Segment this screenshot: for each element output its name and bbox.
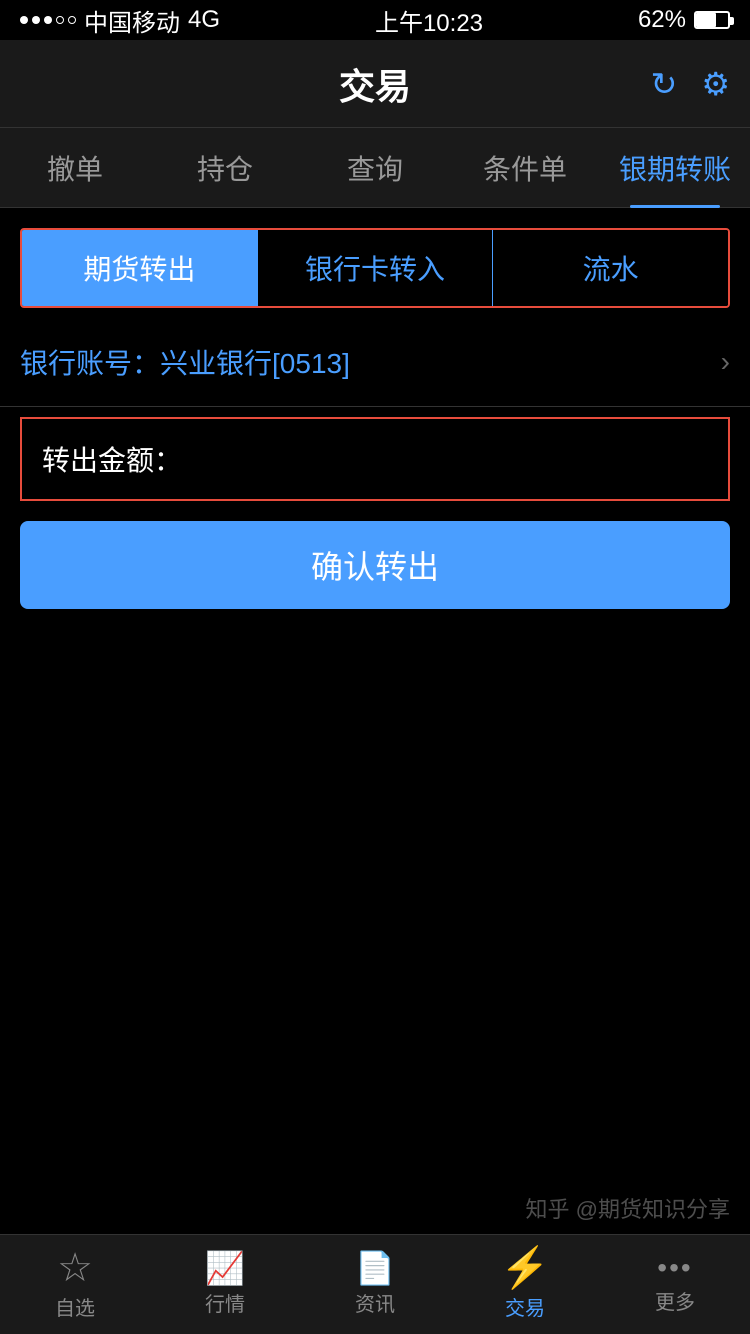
amount-row: 转出金额： — [20, 417, 730, 501]
bottom-nav-交易[interactable]: ⚡ 交易 — [450, 1248, 600, 1321]
more-icon: ••• — [657, 1254, 692, 1282]
news-icon: 📄 — [355, 1252, 395, 1284]
battery-label: 62% — [638, 6, 686, 34]
carrier-label: 中国移动 — [84, 3, 180, 38]
status-bar: 中国移动 4G 上午10:23 62% — [0, 0, 750, 40]
status-time: 上午10:23 — [375, 3, 483, 38]
bank-account-label: 银行账号：兴业银行[0513] — [20, 342, 350, 382]
page-title: 交易 — [339, 58, 411, 110]
battery-icon — [694, 11, 730, 29]
tab-撤单[interactable]: 撤单 — [0, 128, 150, 208]
header-icons: ↻ ⚙ — [651, 65, 731, 103]
dot3 — [44, 16, 52, 24]
tab-银期转账[interactable]: 银期转账 — [600, 128, 750, 208]
bottom-nav-自选[interactable]: ☆ 自选 — [0, 1248, 150, 1321]
status-right: 62% — [638, 6, 730, 34]
tab-持仓[interactable]: 持仓 — [150, 128, 300, 208]
dot4 — [56, 16, 64, 24]
signal-dots — [20, 16, 76, 24]
bottom-nav-行情[interactable]: 📈 行情 — [150, 1252, 300, 1317]
bottom-nav: ☆ 自选 📈 行情 📄 资讯 ⚡ 交易 ••• 更多 — [0, 1234, 750, 1334]
sub-tabs: 期货转出 银行卡转入 流水 — [20, 228, 730, 308]
tab-查询[interactable]: 查询 — [300, 128, 450, 208]
subtab-期货转出[interactable]: 期货转出 — [22, 230, 258, 306]
header: 交易 ↻ ⚙ — [0, 40, 750, 128]
chevron-right-icon: › — [721, 346, 730, 378]
dot1 — [20, 16, 28, 24]
amount-label: 转出金额： — [42, 439, 182, 479]
status-left: 中国移动 4G — [20, 3, 220, 38]
amount-input[interactable] — [192, 443, 708, 475]
trade-icon: ⚡ — [500, 1248, 550, 1288]
refresh-icon[interactable]: ↻ — [651, 65, 678, 103]
star-icon: ☆ — [57, 1248, 93, 1288]
dot5 — [68, 16, 76, 24]
watermark: 知乎 @期货知识分享 — [526, 1192, 730, 1224]
tab-条件单[interactable]: 条件单 — [450, 128, 600, 208]
subtab-银行卡转入[interactable]: 银行卡转入 — [258, 230, 494, 306]
chart-icon: 📈 — [205, 1252, 245, 1284]
bank-account-row[interactable]: 银行账号：兴业银行[0513] › — [0, 318, 750, 407]
dot2 — [32, 16, 40, 24]
bottom-nav-更多[interactable]: ••• 更多 — [600, 1254, 750, 1315]
bottom-nav-资讯[interactable]: 📄 资讯 — [300, 1252, 450, 1317]
settings-icon[interactable]: ⚙ — [701, 65, 730, 103]
network-label: 4G — [188, 6, 220, 34]
battery-fill — [696, 13, 716, 27]
confirm-button[interactable]: 确认转出 — [20, 521, 730, 609]
nav-tabs: 撤单 持仓 查询 条件单 银期转账 — [0, 128, 750, 208]
subtab-流水[interactable]: 流水 — [493, 230, 728, 306]
